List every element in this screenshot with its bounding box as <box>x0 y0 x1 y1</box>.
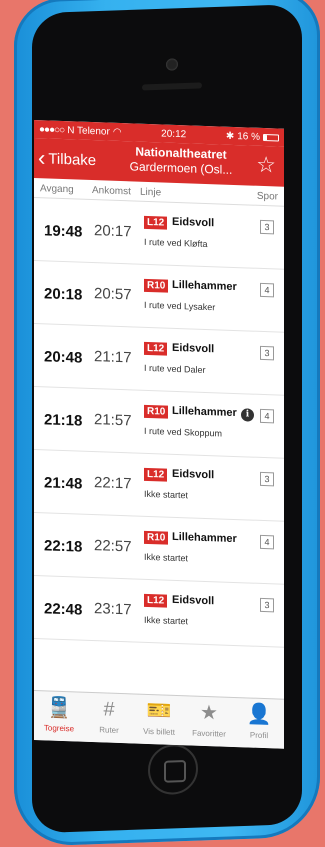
col-departure: Avgang <box>40 183 74 196</box>
arrival-time: 21:17 <box>94 348 132 367</box>
track-number: 3 <box>260 219 274 235</box>
destination: Eidsvoll <box>172 341 215 356</box>
departure-time: 19:48 <box>44 222 83 241</box>
back-label: Tilbake <box>48 150 97 169</box>
tab-profil[interactable]: 👤 Profil <box>234 698 284 749</box>
destination: Lillehammer <box>172 278 237 294</box>
arrival-time: 21:57 <box>94 411 132 430</box>
tab-bar: 🚆 Togreise # Ruter 🎫 Vis billett ★ Favor… <box>34 690 284 749</box>
status-note: Ikke startet <box>144 614 189 627</box>
info-icon[interactable]: i <box>241 408 254 422</box>
destination: Eidsvoll <box>172 215 215 230</box>
app-screen: ●●●○○ N Telenor ◠ 20:12 ✱ 16 % ‹ Tilbake… <box>34 120 284 749</box>
departure-list: 19:48 20:17 L12 Eidsvoll I rute ved Kløf… <box>34 198 284 648</box>
status-note: I rute ved Daler <box>144 362 206 375</box>
tab-label: Vis billett <box>143 726 175 737</box>
page-title: Nationaltheatret Gardermoen (Osl... <box>106 144 256 179</box>
train-icon: 🚆 <box>46 696 72 720</box>
tab-ruter[interactable]: # Ruter <box>84 693 134 744</box>
arrival-time: 20:17 <box>94 222 132 241</box>
status-note: I rute ved Skoppum <box>144 425 223 439</box>
destination: Lillehammer <box>172 404 237 420</box>
destination: Lillehammer <box>172 530 237 546</box>
tab-label: Ruter <box>99 725 119 735</box>
departure-time: 22:48 <box>44 600 83 619</box>
battery-icon <box>263 133 279 142</box>
status-time: 20:12 <box>161 127 187 140</box>
tab-label: Togreise <box>43 723 75 734</box>
tab-favoritter[interactable]: ★ Favoritter <box>184 696 234 747</box>
tab-label: Profil <box>249 730 269 741</box>
favorite-star-icon[interactable]: ☆ <box>256 152 276 179</box>
departure-row[interactable]: 21:18 21:57 R10 Lillehammer I rute ved S… <box>34 387 284 459</box>
status-note: Ikke startet <box>144 488 189 501</box>
destination: Eidsvoll <box>172 593 215 608</box>
track-number: 4 <box>260 534 274 550</box>
hash-icon: # <box>103 698 115 721</box>
home-button[interactable] <box>148 743 198 796</box>
signal-icon: ●●●○○ <box>39 123 65 136</box>
battery-percent: 16 % <box>237 130 260 143</box>
status-note: I rute ved Lysaker <box>144 299 216 313</box>
line-badge: L12 <box>144 593 168 608</box>
departure-time: 20:48 <box>44 348 83 367</box>
col-track: Spor <box>256 190 278 203</box>
col-arrival: Ankomst <box>92 185 131 198</box>
track-number: 3 <box>260 597 274 613</box>
earpiece-speaker <box>142 82 202 91</box>
bluetooth-icon: ✱ <box>225 130 235 142</box>
track-number: 4 <box>260 282 274 298</box>
front-camera <box>166 58 178 71</box>
col-line: Linje <box>140 186 162 199</box>
arrival-time: 20:57 <box>94 285 132 304</box>
track-number: 3 <box>260 471 274 487</box>
star-icon: ★ <box>200 701 218 725</box>
carrier-name: N Telenor <box>67 124 110 138</box>
line-badge: L12 <box>144 215 168 230</box>
line-badge: R10 <box>144 278 169 293</box>
line-badge: R10 <box>144 404 169 419</box>
departure-time: 20:18 <box>44 285 83 304</box>
line-badge: L12 <box>144 341 168 356</box>
track-number: 3 <box>260 345 274 361</box>
departure-time: 21:48 <box>44 474 83 493</box>
line-badge: R10 <box>144 530 169 545</box>
tab-label: Favoritter <box>192 728 226 739</box>
profile-icon: 👤 <box>246 703 272 727</box>
line-badge: L12 <box>144 467 168 482</box>
status-note: I rute ved Kløfta <box>144 236 208 250</box>
tab-togreise[interactable]: 🚆 Togreise <box>34 691 84 742</box>
departure-row[interactable]: 21:48 22:17 L12 Eidsvoll Ikke startet 3 <box>34 450 284 522</box>
arrival-time: 22:17 <box>94 474 132 493</box>
track-number: 4 <box>260 408 274 424</box>
back-button[interactable]: ‹ Tilbake <box>34 145 97 171</box>
chevron-left-icon: ‹ <box>38 145 46 171</box>
ticket-icon: 🎫 <box>146 699 172 723</box>
arrival-time: 22:57 <box>94 537 132 556</box>
departure-time: 21:18 <box>44 411 83 430</box>
departure-time: 22:18 <box>44 537 83 556</box>
departure-row[interactable]: 20:18 20:57 R10 Lillehammer I rute ved L… <box>34 261 284 333</box>
arrival-time: 23:17 <box>94 600 132 619</box>
departure-row[interactable]: 22:48 23:17 L12 Eidsvoll Ikke startet 3 <box>34 576 284 648</box>
destination: Eidsvoll <box>172 467 215 482</box>
wifi-icon: ◠ <box>112 126 122 138</box>
departure-row[interactable]: 22:18 22:57 R10 Lillehammer Ikke startet… <box>34 513 284 585</box>
status-note: Ikke startet <box>144 551 189 564</box>
departure-row[interactable]: 20:48 21:17 L12 Eidsvoll I rute ved Dale… <box>34 324 284 396</box>
departure-row[interactable]: 19:48 20:17 L12 Eidsvoll I rute ved Kløf… <box>34 198 284 270</box>
tab-vis-billett[interactable]: 🎫 Vis billett <box>134 694 184 745</box>
